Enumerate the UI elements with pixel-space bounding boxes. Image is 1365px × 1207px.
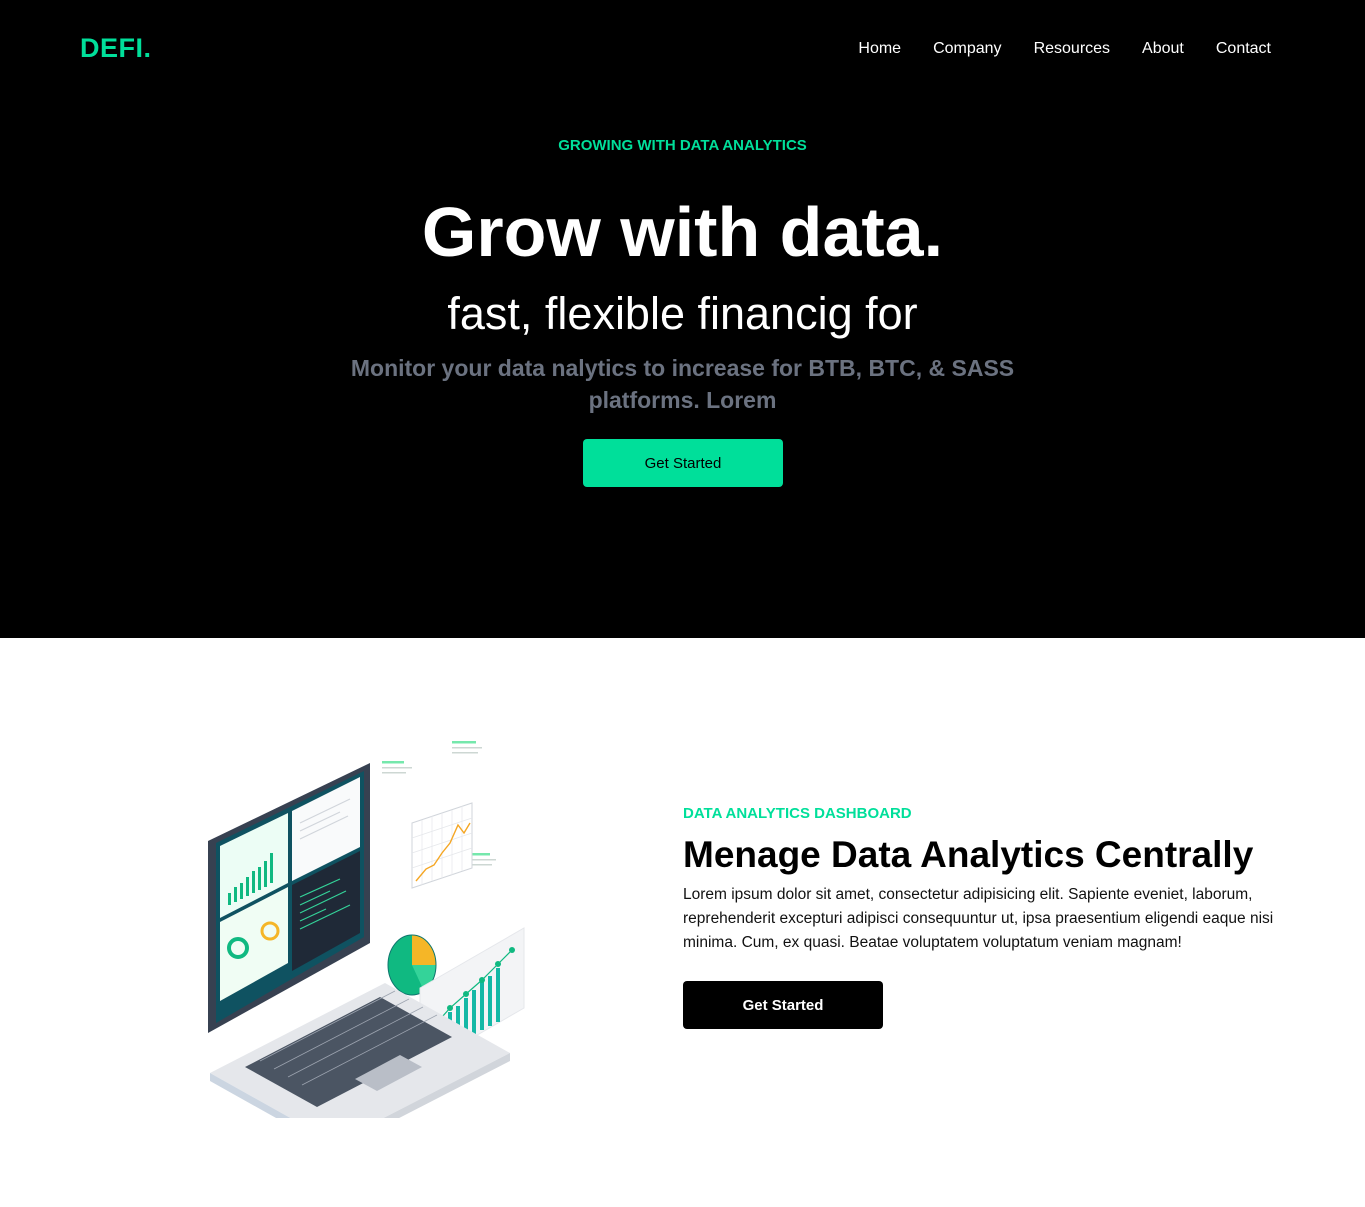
nav-contact-link[interactable]: Contact xyxy=(1216,38,1271,60)
logo[interactable]: DEFI. xyxy=(80,33,152,64)
hero-get-started-button[interactable]: Get Started xyxy=(583,439,783,487)
analytics-body: Lorem ipsum dolor sit amet, consectetur … xyxy=(683,886,1274,951)
analytics-eyebrow: DATA ANALYTICS DASHBOARD xyxy=(683,805,912,822)
nav-company-link[interactable]: Company xyxy=(933,38,1001,60)
main-nav: Home Company Resources About Contact xyxy=(826,38,1271,60)
hero-section: DEFI. Home Company Resources About Conta… xyxy=(0,0,1365,638)
analytics-section: DATA ANALYTICS DASHBOARD Menage Data Ana… xyxy=(0,638,1365,1207)
hero-subtitle: fast, flexible financig for xyxy=(447,288,918,339)
hero-description: Monitor your data nalytics to increase f… xyxy=(350,355,1015,413)
laptop-dashboard-illustration xyxy=(190,733,550,1151)
analytics-get-started-button[interactable]: Get Started xyxy=(683,981,883,1029)
nav-about-link[interactable]: About xyxy=(1142,38,1184,60)
nav-home-link[interactable]: Home xyxy=(858,38,901,60)
analytics-text-block: DATA ANALYTICS DASHBOARD Menage Data Ana… xyxy=(683,803,1303,1029)
hero-title: Grow with data. xyxy=(421,193,944,271)
hero-eyebrow: GROWING WITH DATA ANALYTICS xyxy=(558,137,807,154)
analytics-title: Menage Data Analytics Centrally xyxy=(683,834,1254,875)
nav-resources-link[interactable]: Resources xyxy=(1034,38,1110,60)
